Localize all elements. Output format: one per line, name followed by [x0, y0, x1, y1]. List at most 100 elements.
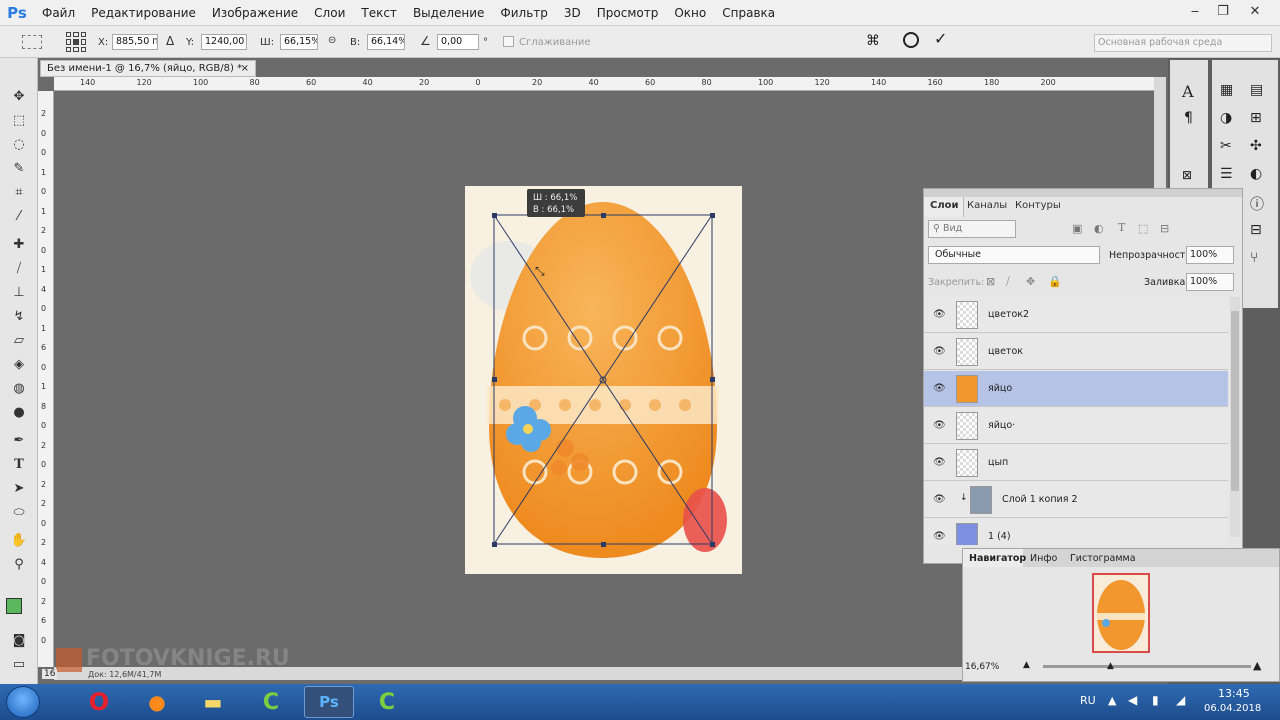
width-field[interactable]: 66,15% — [280, 34, 318, 50]
menu-window[interactable]: Окно — [666, 6, 714, 20]
layer-row[interactable]: 👁 яйцо· — [924, 408, 1228, 444]
visibility-eye-icon[interactable]: 👁 — [933, 309, 946, 320]
menu-image[interactable]: Изображение — [204, 6, 306, 20]
network-icon[interactable]: ◢ — [1176, 693, 1185, 707]
eraser-tool-icon[interactable]: ▱ — [8, 330, 30, 350]
clock-time[interactable]: 13:45 — [1218, 687, 1250, 700]
hand-tool-icon[interactable]: ✋ — [8, 530, 30, 550]
menu-layers[interactable]: Слои — [306, 6, 353, 20]
brush-tool-icon[interactable]: ⧸ — [8, 258, 30, 278]
x-field[interactable]: 885,50 пи — [112, 34, 158, 50]
stamp-tool-icon[interactable]: ⊥ — [8, 282, 30, 302]
menu-help[interactable]: Справка — [714, 6, 783, 20]
tool-preset-icon[interactable]: ⊠ — [1182, 168, 1192, 182]
bucket-tool-icon[interactable]: ◈ — [8, 354, 30, 374]
lock-transparency-icon[interactable]: ⊠ — [986, 275, 995, 288]
power-icon[interactable]: ▮ — [1152, 693, 1159, 707]
filter-smart-icon[interactable]: ⊟ — [1160, 222, 1169, 235]
visibility-eye-icon[interactable]: 👁 — [933, 494, 946, 505]
layer-row-selected[interactable]: 👁 яйцо — [924, 371, 1228, 407]
foreground-color-swatch[interactable] — [6, 598, 22, 614]
menu-3d[interactable]: 3D — [556, 6, 589, 20]
layer-row[interactable]: 👁 1 (4) — [924, 519, 1228, 545]
opacity-field[interactable]: 100% — [1186, 246, 1234, 264]
workspace-select[interactable]: Основная рабочая среда — [1094, 34, 1272, 52]
clock-date[interactable]: 06.04.2018 — [1204, 703, 1261, 714]
visibility-eye-icon[interactable]: 👁 — [933, 383, 946, 394]
screen-mode-icon[interactable]: ▭ — [8, 654, 30, 674]
tab-paths[interactable]: Контуры — [1015, 200, 1061, 211]
properties-panel-icon[interactable]: ⊟ — [1250, 222, 1262, 238]
dodge-tool-icon[interactable]: ● — [8, 402, 30, 422]
path-select-icon[interactable]: ➤ — [8, 478, 30, 498]
quick-mask-icon[interactable]: ◙ — [8, 630, 30, 650]
menu-filter[interactable]: Фильтр — [492, 6, 555, 20]
quick-select-icon[interactable]: ✎ — [8, 158, 30, 178]
layers-panel-header[interactable] — [924, 189, 1242, 197]
visibility-eye-icon[interactable]: 👁 — [933, 531, 946, 542]
lasso-tool-icon[interactable]: ◌ — [8, 134, 30, 154]
navigator-zoom-value[interactable]: 16,67% — [965, 662, 999, 672]
visibility-eye-icon[interactable]: 👁 — [933, 346, 946, 357]
tab-layers[interactable]: Слои — [930, 200, 959, 211]
healing-brush-icon[interactable]: ✚ — [8, 234, 30, 254]
paths-panel-icon[interactable]: ⑂ — [1250, 250, 1258, 266]
clone-source-icon[interactable]: ✣ — [1250, 138, 1262, 154]
camtasia-icon[interactable]: C — [246, 686, 296, 718]
explorer-icon[interactable]: ▬ — [188, 686, 238, 718]
color-panel-icon[interactable]: ◐ — [1250, 166, 1262, 182]
move-tool-icon[interactable]: ✥ — [8, 86, 30, 106]
language-indicator[interactable]: RU — [1080, 694, 1096, 707]
minimize-icon[interactable]: ‒ — [1180, 1, 1210, 21]
cancel-transform-icon[interactable] — [903, 32, 919, 48]
filter-type-icon[interactable]: T — [1118, 221, 1125, 234]
zoom-out-icon[interactable]: ▲ — [1023, 660, 1030, 670]
restore-icon[interactable]: ❐ — [1208, 1, 1238, 21]
menu-select[interactable]: Выделение — [405, 6, 492, 20]
lock-all-icon[interactable]: 🔒 — [1048, 275, 1062, 288]
start-button-icon[interactable] — [6, 686, 40, 718]
blend-mode-select[interactable]: Обычные — [928, 246, 1100, 264]
character-panel-icon[interactable]: A — [1182, 82, 1194, 101]
menu-type[interactable]: Текст — [353, 6, 405, 20]
zoom-slider-handle[interactable]: ▲ — [1107, 661, 1114, 671]
zoom-tool-icon[interactable]: ⚲ — [8, 554, 30, 574]
grid-panel-icon[interactable]: ⊞ — [1250, 110, 1262, 126]
tab-histogram[interactable]: Гистограмма — [1070, 553, 1136, 564]
blur-tool-icon[interactable]: ◍ — [8, 378, 30, 398]
zoom-status-field[interactable]: 16 — [42, 669, 58, 679]
visibility-eye-icon[interactable]: 👁 — [933, 457, 946, 468]
tab-navigator[interactable]: Навигатор — [969, 553, 1026, 564]
layer-row[interactable]: 👁 цветок — [924, 334, 1228, 370]
history-panel-icon[interactable]: ☰ — [1220, 166, 1233, 182]
brush-panel-icon[interactable]: ✂ — [1220, 138, 1232, 154]
layer-row[interactable]: 👁 ↓ Слой 1 копия 2 — [924, 482, 1228, 518]
menu-edit[interactable]: Редактирование — [83, 6, 204, 20]
angle-field[interactable]: 0,00 — [437, 34, 479, 50]
eyedropper-icon[interactable]: ⁄ — [8, 206, 30, 226]
layers-scrollbar[interactable] — [1230, 297, 1240, 537]
ellipse-tool-icon[interactable]: ⬭ — [8, 502, 30, 522]
layers-scroll-thumb[interactable] — [1231, 311, 1239, 491]
fill-field[interactable]: 100% — [1186, 273, 1234, 291]
tray-arrow-icon[interactable]: ▲ — [1108, 694, 1116, 707]
transform-tool-icon[interactable] — [22, 35, 42, 49]
canvas[interactable] — [465, 186, 742, 574]
crop-tool-icon[interactable]: ⌗ — [8, 182, 30, 202]
swatches-panel-icon[interactable]: ▦ — [1220, 82, 1233, 98]
menu-view[interactable]: Просмотр — [589, 6, 667, 20]
lock-position-icon[interactable]: ✥ — [1026, 275, 1035, 288]
document-tab[interactable]: Без имени-1 @ 16,7% (яйцо, RGB/8) * × — [40, 60, 256, 77]
camtasia-recorder-icon[interactable]: C — [362, 686, 412, 718]
type-tool-icon[interactable]: T — [8, 454, 30, 474]
antialias-checkbox[interactable] — [503, 36, 514, 47]
filter-adjustment-icon[interactable]: ◐ — [1094, 222, 1104, 235]
layer-row[interactable]: 👁 цветок2 — [924, 297, 1228, 333]
photoshop-icon[interactable]: Ps — [304, 686, 354, 718]
marquee-tool-icon[interactable]: ⬚ — [8, 110, 30, 130]
pen-tool-icon[interactable]: ✒ — [8, 430, 30, 450]
history-brush-icon[interactable]: ↯ — [8, 306, 30, 326]
document-close-icon[interactable]: × — [241, 61, 249, 76]
commit-transform-icon[interactable]: ✓ — [934, 29, 947, 48]
styles-panel-icon[interactable]: ▤ — [1250, 82, 1263, 98]
